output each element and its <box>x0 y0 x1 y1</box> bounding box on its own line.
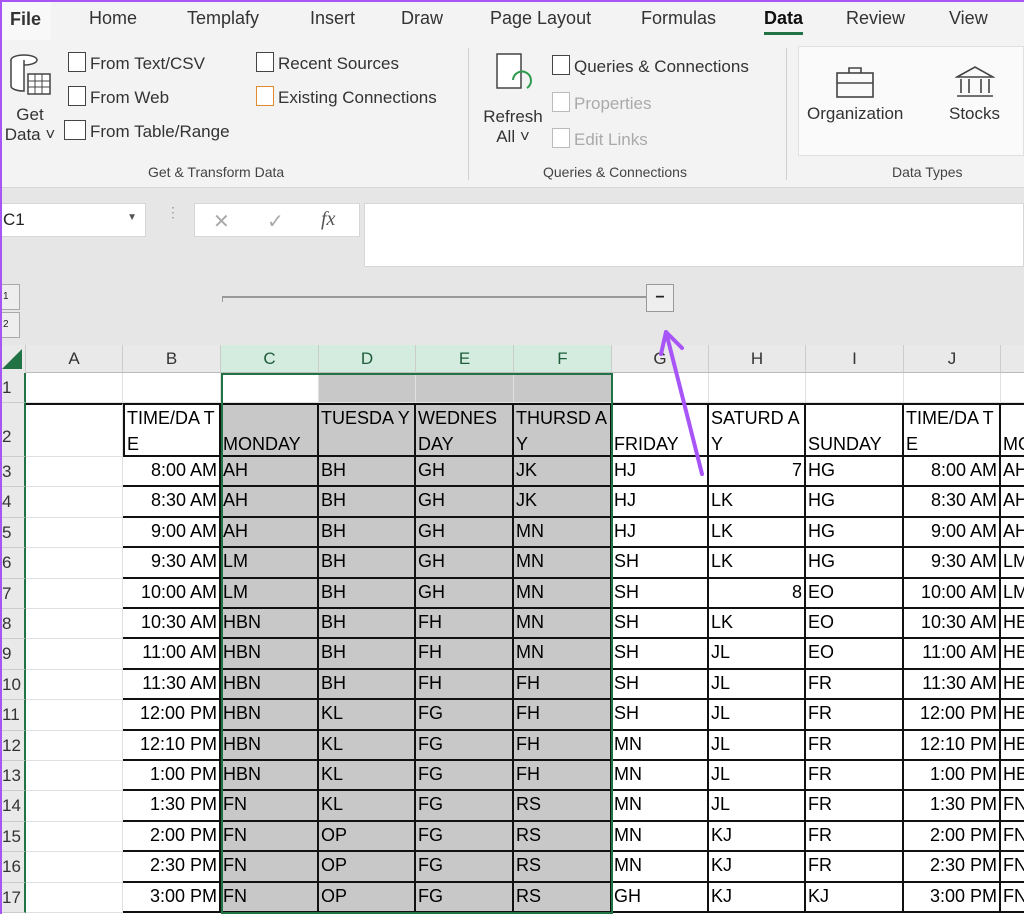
annotation-arrow <box>659 330 704 476</box>
